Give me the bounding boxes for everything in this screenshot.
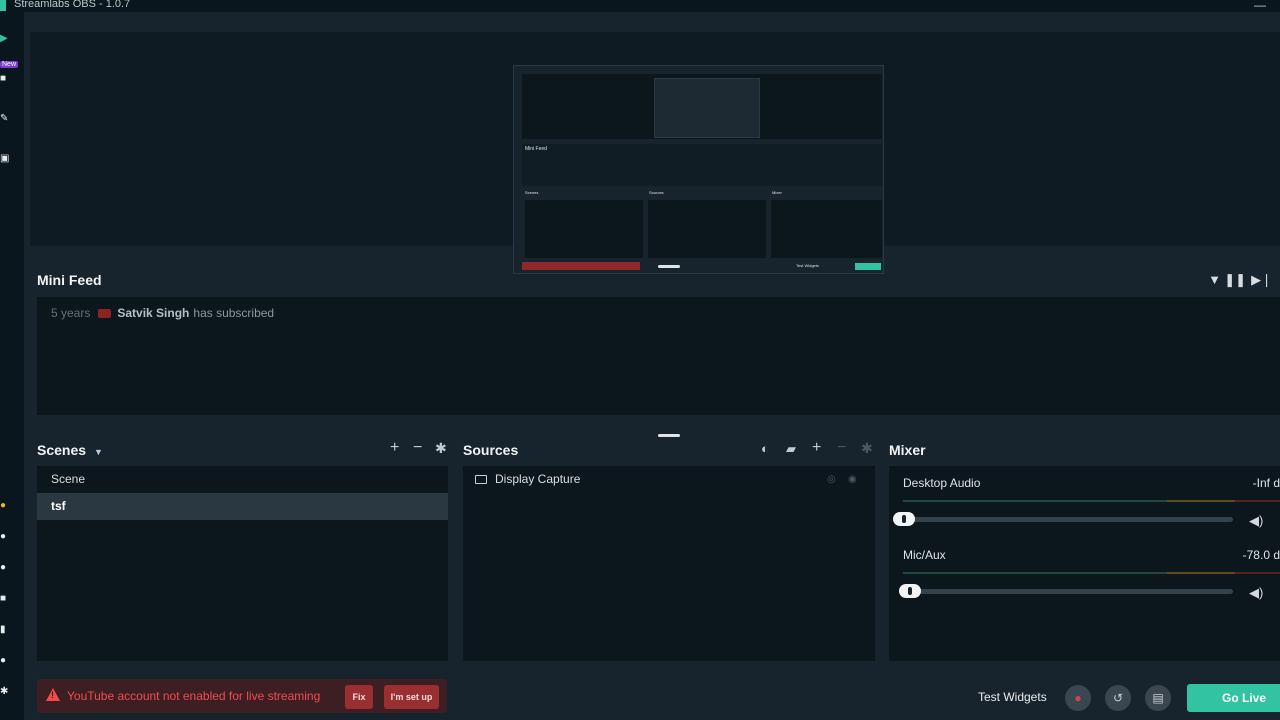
schedule-button[interactable]: ▤ bbox=[1145, 685, 1171, 711]
scenes-title[interactable]: Scenes ▼ bbox=[37, 442, 103, 458]
youtube-warning-bar: YouTube account not enabled for live str… bbox=[37, 679, 447, 713]
feed-event: 5 years Satvik Singh has subscribed bbox=[51, 306, 274, 320]
add-source-icon[interactable]: + bbox=[812, 439, 821, 457]
stream-preview[interactable]: Mini Feed Scenes Sources Mixer Test Widg… bbox=[30, 32, 1280, 274]
app-logo-icon bbox=[0, 0, 6, 11]
minimize-button[interactable]: — bbox=[1254, 0, 1266, 12]
account-icon[interactable]: ● bbox=[0, 656, 8, 666]
store-icon[interactable]: ▣ bbox=[0, 154, 9, 164]
footer-bar: YouTube account not enabled for live str… bbox=[0, 676, 1280, 720]
capture-top bbox=[522, 74, 882, 139]
mixer-channel-label: Mic/Aux bbox=[903, 548, 946, 562]
mixer-panel: Mixer Desktop Audio -Inf d ◀) Mic/Aux -7… bbox=[889, 432, 1280, 665]
source-settings-icon[interactable]: ✱ bbox=[861, 440, 873, 457]
help-icon[interactable]: ● bbox=[0, 532, 8, 542]
refresh-icon[interactable]: ● bbox=[0, 563, 8, 573]
visibility-icon[interactable]: ◉ bbox=[848, 474, 857, 485]
capture-scenes-title: Scenes bbox=[525, 190, 539, 195]
new-badge: New bbox=[0, 61, 19, 68]
mixer-channel-level: -78.0 d bbox=[1242, 548, 1280, 562]
skip-icon[interactable]: ▶❘ bbox=[1251, 272, 1272, 288]
chevron-down-icon[interactable]: ▼ bbox=[94, 447, 103, 457]
volume-slider-knob[interactable] bbox=[893, 512, 915, 526]
scene-item-selected[interactable]: tsf bbox=[37, 493, 448, 520]
test-widgets-button[interactable]: Test Widgets bbox=[978, 690, 1047, 704]
capture-scenes-box bbox=[525, 200, 643, 258]
editor-icon[interactable]: ▶ bbox=[0, 34, 8, 44]
mini-feed-title: Mini Feed bbox=[37, 272, 102, 288]
capture-sources-box bbox=[648, 200, 766, 258]
add-scene-icon[interactable]: + bbox=[390, 439, 399, 457]
folder-add-icon[interactable]: ▰ bbox=[786, 441, 796, 457]
mini-feed-body: 5 years Satvik Singh has subscribed bbox=[37, 297, 1280, 415]
scenes-list: Scene tsf bbox=[37, 466, 448, 661]
remove-scene-icon[interactable]: − bbox=[413, 439, 422, 457]
capture-minifeed-title: Mini Feed bbox=[525, 146, 547, 152]
volume-meter bbox=[903, 572, 1280, 574]
sources-panel: Sources ◐ ▰ + − ✱ Display Capture ◎ ◉ bbox=[463, 432, 875, 665]
speaker-icon[interactable]: ◀) bbox=[1249, 513, 1263, 529]
capture-mixer-title: Mixer bbox=[772, 190, 782, 195]
window-title: Streamlabs OBS - 1.0.7 bbox=[14, 0, 131, 10]
replay-buffer-button[interactable]: ↺ bbox=[1105, 685, 1131, 711]
mixer-title: Mixer bbox=[889, 442, 926, 458]
speaker-icon[interactable]: ◀) bbox=[1249, 585, 1263, 601]
event-time: 5 years bbox=[51, 306, 91, 320]
fix-button[interactable]: Fix bbox=[345, 685, 373, 709]
remove-source-icon[interactable]: − bbox=[837, 439, 846, 457]
mini-feed: Mini Feed ▼ ❚❚ ▶❘ 5 years Satvik Singh has… bbox=[30, 260, 1280, 420]
volume-slider-knob[interactable] bbox=[899, 584, 921, 598]
warning-message: YouTube account not enabled for live str… bbox=[67, 689, 321, 703]
warning-icon bbox=[46, 688, 60, 701]
pause-icon[interactable]: ❚❚ bbox=[1224, 272, 1246, 288]
capture-window bbox=[654, 78, 760, 138]
volume-slider[interactable] bbox=[903, 589, 1233, 594]
source-group-icon[interactable]: ◐ bbox=[761, 441, 769, 456]
replay-icon: ↺ bbox=[1112, 691, 1124, 705]
title-bar: Streamlabs OBS - 1.0.7 — bbox=[0, 0, 1280, 12]
scene-settings-icon[interactable]: ✱ bbox=[435, 440, 447, 457]
mixer-body: Desktop Audio -Inf d ◀) Mic/Aux -78.0 d … bbox=[889, 466, 1280, 661]
scenes-panel: Scenes ▼ + − ✱ Scene tsf bbox=[37, 432, 448, 665]
capture-sources-title: Sources bbox=[649, 190, 664, 195]
mixer-channel-label: Desktop Audio bbox=[903, 476, 981, 490]
sidebar: ▶ New ■ ✎ ▣ ● ● ● ■ ▮ ● ✱ bbox=[0, 12, 24, 720]
record-icon: ● bbox=[1074, 691, 1082, 705]
volume-slider[interactable] bbox=[903, 517, 1233, 522]
volume-meter bbox=[903, 500, 1280, 502]
calendar-icon: ▤ bbox=[1152, 691, 1164, 705]
scenes-title-label: Scenes bbox=[37, 442, 87, 458]
preview-capture: Mini Feed Scenes Sources Mixer Test Widg… bbox=[513, 65, 884, 274]
monitor-icon bbox=[475, 475, 487, 484]
capture-panels: Scenes Sources Mixer bbox=[522, 190, 882, 260]
layout-icon[interactable]: ■ bbox=[0, 74, 8, 84]
mixer-channel-level: -Inf d bbox=[1252, 476, 1280, 490]
theme-icon[interactable]: ✎ bbox=[0, 114, 8, 124]
filter-icon[interactable]: ▼ bbox=[1208, 272, 1221, 287]
event-action: has subscribed bbox=[193, 306, 275, 320]
sources-title: Sources bbox=[463, 442, 519, 458]
lock-icon[interactable]: ◎ bbox=[827, 474, 836, 485]
event-username[interactable]: Satvik Singh bbox=[117, 306, 189, 320]
capture-mixer-box bbox=[771, 200, 882, 258]
sources-list: Display Capture ◎ ◉ bbox=[463, 466, 875, 661]
dashboard-icon[interactable]: ■ bbox=[0, 594, 8, 604]
source-label: Display Capture bbox=[495, 472, 581, 486]
im-set-up-button[interactable]: I'm set up bbox=[384, 685, 439, 709]
go-live-button[interactable]: Go Live bbox=[1187, 684, 1280, 712]
youtube-icon bbox=[98, 309, 112, 318]
capture-minifeed: Mini Feed bbox=[522, 144, 882, 186]
record-button[interactable]: ● bbox=[1065, 685, 1091, 711]
scene-item[interactable]: Scene bbox=[37, 466, 448, 493]
stats-icon[interactable]: ▮ bbox=[0, 625, 8, 635]
prime-icon[interactable]: ● bbox=[0, 501, 8, 511]
source-item[interactable]: Display Capture bbox=[475, 472, 580, 486]
